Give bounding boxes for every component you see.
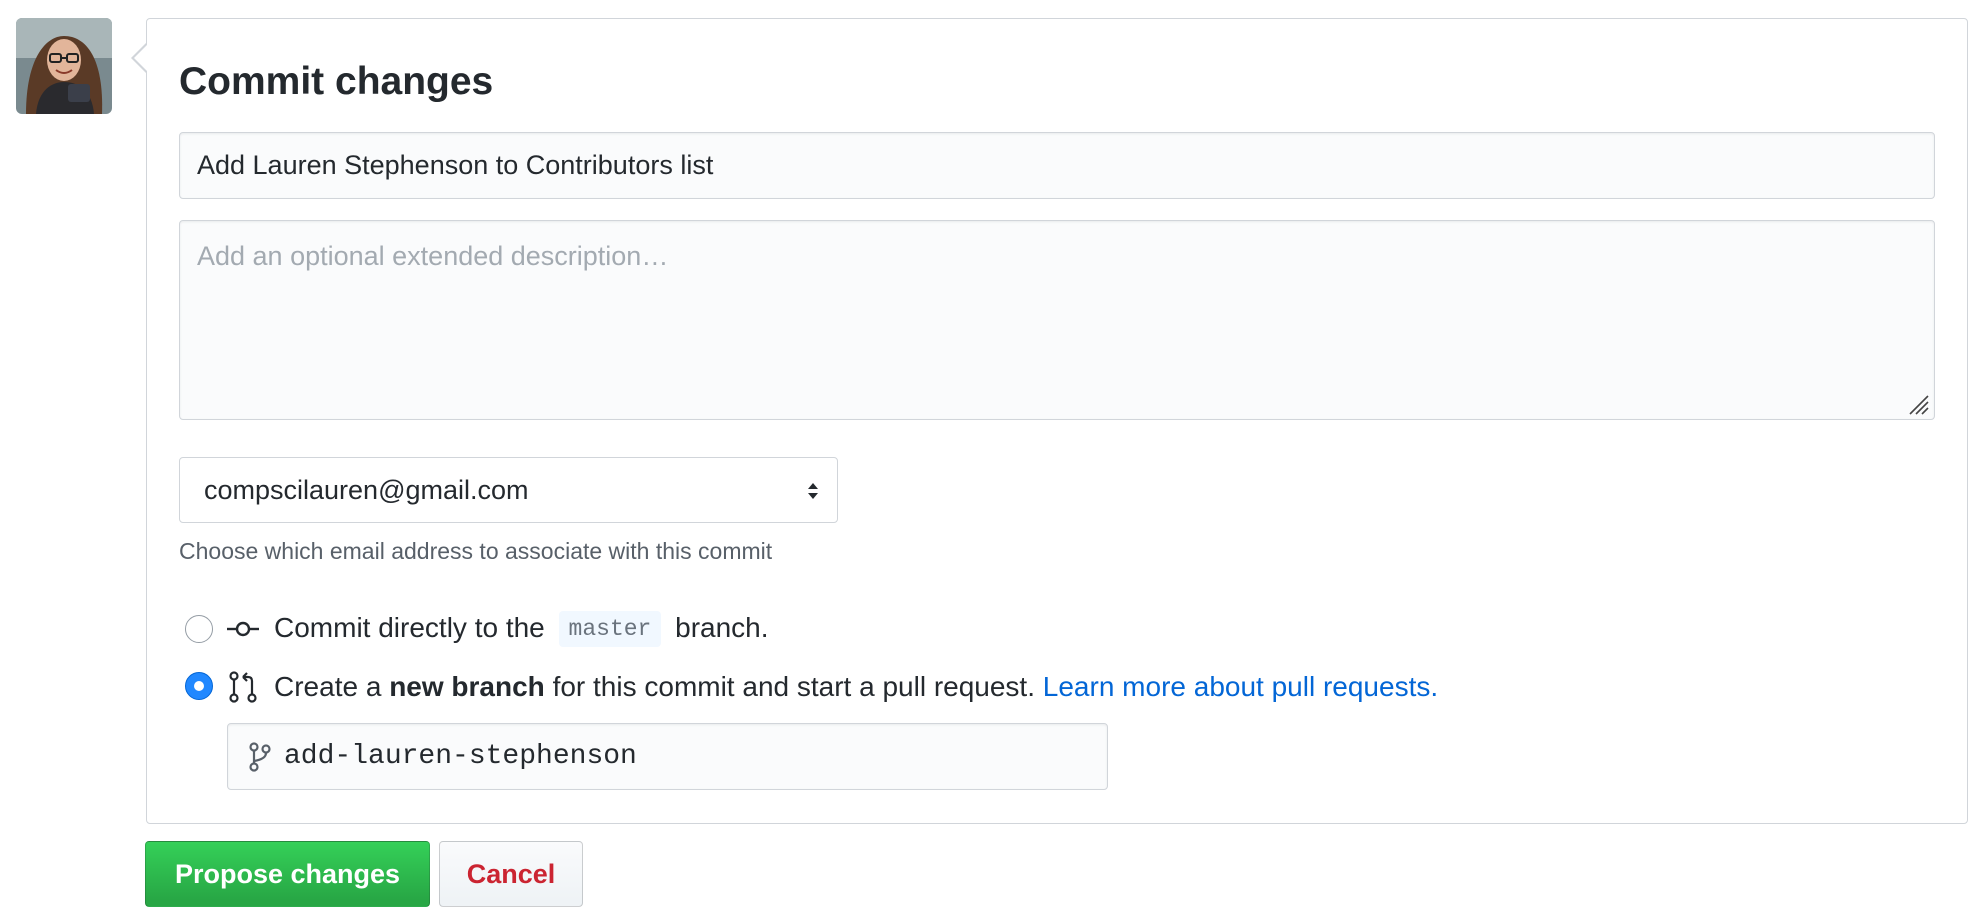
avatar: [16, 18, 112, 114]
git-commit-icon: [227, 621, 259, 637]
radio-new-branch[interactable]: [185, 672, 213, 700]
learn-more-pull-requests-link[interactable]: Learn more about pull requests.: [1043, 671, 1438, 702]
cancel-button[interactable]: Cancel: [439, 841, 583, 907]
email-select[interactable]: compscilauren@gmail.com: [179, 457, 838, 523]
git-pull-request-icon: [229, 671, 257, 703]
email-select-value: compscilauren@gmail.com: [204, 474, 529, 505]
commit-summary-input[interactable]: [179, 132, 1935, 199]
git-branch-icon: [249, 741, 271, 772]
radio-dot: [194, 681, 204, 691]
email-help-text: Choose which email address to associate …: [179, 538, 773, 564]
option-new-branch-prefix: Create a: [274, 671, 382, 702]
option-direct-label: Commit directly to the master branch.: [274, 611, 769, 647]
branch-code-master: master: [558, 611, 662, 647]
page-title: Commit changes: [179, 60, 494, 103]
option-new-branch-bold: new branch: [389, 671, 545, 702]
propose-changes-button[interactable]: Propose changes: [145, 841, 430, 907]
commit-description-textarea[interactable]: [179, 220, 1935, 420]
branch-name-input[interactable]: add-lauren-stephenson: [227, 723, 1108, 790]
option-direct-prefix: Commit directly to the: [274, 612, 545, 643]
panel-caret-inner: [133, 44, 148, 72]
branch-name-value: add-lauren-stephenson: [284, 741, 637, 772]
resize-grip-icon[interactable]: [1906, 392, 1930, 416]
select-arrows-icon: [808, 483, 818, 499]
radio-commit-direct[interactable]: [185, 615, 213, 643]
option-new-branch-middle: for this commit and start a pull request…: [552, 671, 1035, 702]
option-new-branch-label: Create a new branch for this commit and …: [274, 671, 1438, 703]
option-direct-suffix: branch.: [675, 612, 769, 643]
